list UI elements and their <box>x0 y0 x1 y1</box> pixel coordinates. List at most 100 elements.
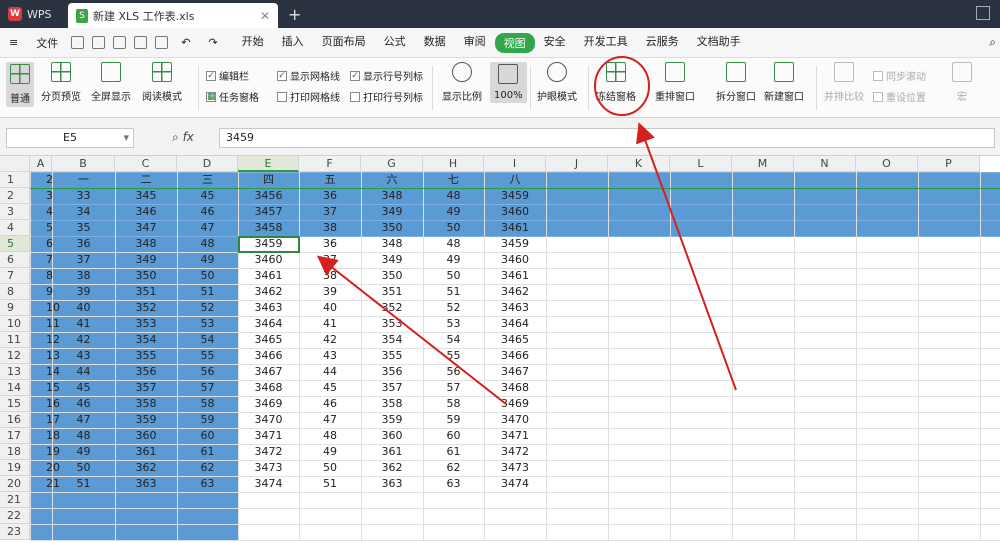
table-cell[interactable]: 57 <box>423 380 484 396</box>
table-cell[interactable]: 356 <box>115 364 177 380</box>
table-cell[interactable]: 46 <box>299 396 361 412</box>
table-cell[interactable]: 353 <box>361 316 423 332</box>
row-header[interactable]: 17 <box>0 428 30 444</box>
open-icon[interactable] <box>71 36 85 49</box>
table-cell[interactable]: 48 <box>423 188 484 204</box>
table-cell[interactable]: 53 <box>423 316 484 332</box>
table-cell[interactable]: 50 <box>177 268 238 284</box>
row-header[interactable]: 12 <box>0 348 30 364</box>
table-cell[interactable]: 3463 <box>484 300 546 316</box>
row-header[interactable]: 18 <box>0 444 30 460</box>
table-cell[interactable]: 37 <box>299 252 361 268</box>
table-cell[interactable]: 3467 <box>238 364 299 380</box>
table-cell[interactable]: 44 <box>52 364 115 380</box>
tab-wps-home[interactable]: W WPS <box>0 0 68 28</box>
table-cell[interactable]: 345 <box>115 188 177 204</box>
table-cell[interactable]: 59 <box>177 412 238 428</box>
table-cell[interactable]: 363 <box>115 476 177 492</box>
table-cell[interactable]: 359 <box>115 412 177 428</box>
table-cell[interactable]: 49 <box>52 444 115 460</box>
table-cell[interactable]: 3458 <box>238 220 299 236</box>
column-header-F[interactable]: F <box>299 156 361 172</box>
table-cell[interactable]: 351 <box>115 284 177 300</box>
table-cell[interactable]: 3459 <box>484 188 546 204</box>
table-cell[interactable]: 3466 <box>238 348 299 364</box>
table-cell[interactable]: 358 <box>115 396 177 412</box>
formula-input[interactable]: 3459 <box>219 128 995 148</box>
table-cell[interactable]: 3464 <box>484 316 546 332</box>
table-cell[interactable]: 352 <box>361 300 423 316</box>
row-header[interactable]: 6 <box>0 252 30 268</box>
row-header[interactable]: 19 <box>0 460 30 476</box>
table-cell[interactable]: 38 <box>299 220 361 236</box>
table-cell[interactable]: 60 <box>423 428 484 444</box>
table-cell[interactable]: 3472 <box>484 444 546 460</box>
table-cell[interactable]: 45 <box>299 380 361 396</box>
table-cell[interactable]: 3456 <box>238 188 299 204</box>
table-cell[interactable]: 362 <box>115 460 177 476</box>
table-cell[interactable]: 54 <box>423 332 484 348</box>
table-cell[interactable]: 58 <box>423 396 484 412</box>
column-header-J[interactable]: J <box>546 156 608 172</box>
table-cell[interactable]: 52 <box>177 300 238 316</box>
table-cell[interactable]: 3474 <box>238 476 299 492</box>
table-cell[interactable]: 3465 <box>238 332 299 348</box>
table-cell[interactable]: 50 <box>52 460 115 476</box>
table-cell[interactable]: 51 <box>177 284 238 300</box>
table-cell[interactable]: 43 <box>52 348 115 364</box>
table-cell[interactable]: 62 <box>177 460 238 476</box>
menu-tab-5[interactable]: 审阅 <box>455 33 495 53</box>
table-cell[interactable]: 348 <box>361 236 423 252</box>
table-cell[interactable]: 55 <box>177 348 238 364</box>
table-cell[interactable]: 51 <box>423 284 484 300</box>
table-cell[interactable]: 3457 <box>238 204 299 220</box>
undo-icon[interactable]: ↶ <box>172 36 199 49</box>
table-cell[interactable]: 42 <box>52 332 115 348</box>
checkbox-show-gridlines[interactable]: ✓ 显示网格线 <box>277 68 340 83</box>
row-header[interactable]: 20 <box>0 476 30 492</box>
normal-view-button[interactable]: 普通 <box>6 62 34 107</box>
table-cell[interactable]: 三 <box>177 172 238 188</box>
table-cell[interactable]: 363 <box>361 476 423 492</box>
table-cell[interactable]: 56 <box>177 364 238 380</box>
table-cell[interactable]: 61 <box>177 444 238 460</box>
row-header[interactable]: 11 <box>0 332 30 348</box>
column-header-N[interactable]: N <box>794 156 856 172</box>
fullscreen-button[interactable]: 全屏显示 <box>91 62 131 103</box>
row-header[interactable]: 13 <box>0 364 30 380</box>
preview-icon[interactable] <box>155 36 169 49</box>
eye-care-button[interactable]: 护眼模式 <box>537 62 577 103</box>
table-cell[interactable]: 34 <box>52 204 115 220</box>
column-header-D[interactable]: D <box>177 156 238 172</box>
table-cell[interactable]: 42 <box>299 332 361 348</box>
table-cell[interactable]: 二 <box>115 172 177 188</box>
table-cell[interactable]: 37 <box>52 252 115 268</box>
table-cell[interactable]: 361 <box>361 444 423 460</box>
table-cell[interactable]: 3460 <box>484 204 546 220</box>
table-cell[interactable]: 44 <box>299 364 361 380</box>
table-cell[interactable]: 352 <box>115 300 177 316</box>
row-header[interactable]: 7 <box>0 268 30 284</box>
fx-icon[interactable]: fx <box>183 130 194 144</box>
arrange-windows-button[interactable]: 重排窗口 <box>655 62 695 103</box>
table-cell[interactable]: 3472 <box>238 444 299 460</box>
menu-tab-3[interactable]: 公式 <box>375 33 415 53</box>
chevron-down-icon[interactable]: ▾ <box>123 129 129 147</box>
table-cell[interactable]: 3462 <box>484 284 546 300</box>
table-cell[interactable]: 354 <box>115 332 177 348</box>
side-by-side-button[interactable]: 并排比较 <box>824 62 864 103</box>
table-cell[interactable]: 359 <box>361 412 423 428</box>
table-cell[interactable]: 350 <box>361 220 423 236</box>
table-cell[interactable]: 3466 <box>484 348 546 364</box>
table-cell[interactable]: 358 <box>361 396 423 412</box>
table-cell[interactable]: 45 <box>177 188 238 204</box>
table-cell[interactable]: 3468 <box>484 380 546 396</box>
table-cell[interactable]: 35 <box>52 220 115 236</box>
table-cell[interactable]: 3463 <box>238 300 299 316</box>
menu-tab-7[interactable]: 安全 <box>535 33 575 53</box>
row-header[interactable]: 22 <box>0 508 30 524</box>
table-cell[interactable]: 63 <box>177 476 238 492</box>
table-cell[interactable]: 3474 <box>484 476 546 492</box>
table-cell[interactable]: 37 <box>299 204 361 220</box>
checkbox-print-gridlines[interactable]: 打印网格线 <box>277 89 340 104</box>
